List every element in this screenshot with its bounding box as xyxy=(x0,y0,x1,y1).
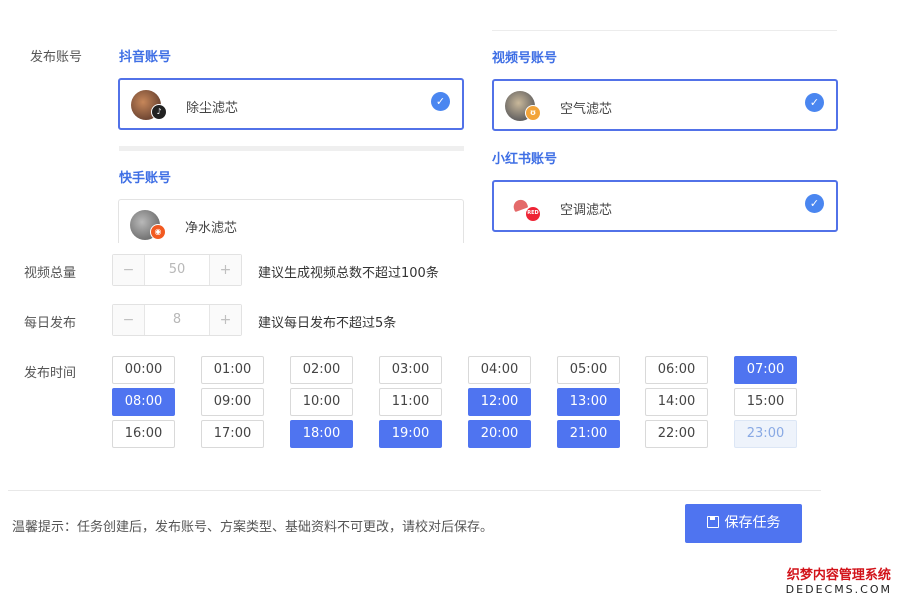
kuaishou-account-name: 净水滤芯 xyxy=(185,221,238,236)
check-icon: ✓ xyxy=(805,194,824,213)
footer-tip: 温馨提示：任务创建后，发布账号、方案类型、基础资料不可更改，请校对后保存。 xyxy=(12,520,494,535)
time-slot-0600[interactable]: 06:00 xyxy=(645,356,708,384)
publish-time-label: 发布时间 xyxy=(24,366,77,381)
watermark: 织梦内容管理系统 DEDECMS.COM xyxy=(786,564,892,596)
publish-accounts-label: 发布账号 xyxy=(30,50,83,65)
video-total-stepper[interactable]: − 50 + xyxy=(112,254,242,286)
video-total-value[interactable]: 50 xyxy=(145,255,209,285)
xiaohongshu-account-name: 空调滤芯 xyxy=(560,203,613,218)
channels-account-name: 空气滤芯 xyxy=(560,102,613,117)
xiaohongshu-title: 小红书账号 xyxy=(492,152,558,167)
time-slot-2300: 23:00 xyxy=(734,420,797,448)
time-slot-0700[interactable]: 07:00 xyxy=(734,356,797,384)
time-slot-2000[interactable]: 20:00 xyxy=(468,420,531,448)
daily-publish-plus-button[interactable]: + xyxy=(209,305,241,335)
time-slot-1200[interactable]: 12:00 xyxy=(468,388,531,416)
time-slot-0000[interactable]: 00:00 xyxy=(112,356,175,384)
time-slot-2200[interactable]: 22:00 xyxy=(645,420,708,448)
time-slot-1000[interactable]: 10:00 xyxy=(290,388,353,416)
time-slot-0800[interactable]: 08:00 xyxy=(112,388,175,416)
kuaishou-icon: ◉ xyxy=(150,224,166,240)
time-slot-0200[interactable]: 02:00 xyxy=(290,356,353,384)
time-slot-1600[interactable]: 16:00 xyxy=(112,420,175,448)
video-total-label: 视频总量 xyxy=(24,266,77,281)
daily-publish-stepper[interactable]: − 8 + xyxy=(112,304,242,336)
footer-divider xyxy=(8,490,821,491)
daily-publish-label: 每日发布 xyxy=(24,316,77,331)
time-slot-1400[interactable]: 14:00 xyxy=(645,388,708,416)
time-slot-0500[interactable]: 05:00 xyxy=(557,356,620,384)
time-slot-1700[interactable]: 17:00 xyxy=(201,420,264,448)
time-slot-1800[interactable]: 18:00 xyxy=(290,420,353,448)
video-total-hint: 建议生成视频总数不超过100条 xyxy=(258,266,439,281)
time-slot-1100[interactable]: 11:00 xyxy=(379,388,442,416)
daily-publish-minus-button[interactable]: − xyxy=(113,305,145,335)
watermark-title: 织梦内容管理系统 xyxy=(786,568,891,583)
top-divider xyxy=(492,30,837,31)
daily-publish-hint: 建议每日发布不超过5条 xyxy=(258,316,397,331)
daily-publish-value[interactable]: 8 xyxy=(145,305,209,335)
save-icon xyxy=(706,516,719,528)
watermark-domain: DEDECMS.COM xyxy=(785,583,892,596)
time-slot-1300[interactable]: 13:00 xyxy=(557,388,620,416)
tiktok-icon: ♪ xyxy=(151,104,167,120)
wechat-channels-icon: ʊ xyxy=(525,105,541,121)
douyin-account-name: 除尘滤芯 xyxy=(186,101,239,116)
save-task-button[interactable]: 保存任务 xyxy=(685,504,802,543)
section-separator xyxy=(119,146,464,151)
douyin-account-card[interactable]: ♪ 除尘滤芯 ✓ xyxy=(118,78,464,130)
channels-account-card[interactable]: ʊ 空气滤芯 ✓ xyxy=(492,79,838,131)
channels-title: 视频号账号 xyxy=(492,51,558,66)
xiaohongshu-icon: RED xyxy=(525,206,541,222)
check-icon: ✓ xyxy=(431,92,450,111)
check-icon: ✓ xyxy=(805,93,824,112)
time-slot-1900[interactable]: 19:00 xyxy=(379,420,442,448)
douyin-title: 抖音账号 xyxy=(119,50,172,65)
time-slot-0100[interactable]: 01:00 xyxy=(201,356,264,384)
time-slot-2100[interactable]: 21:00 xyxy=(557,420,620,448)
time-slot-0300[interactable]: 03:00 xyxy=(379,356,442,384)
time-slot-0900[interactable]: 09:00 xyxy=(201,388,264,416)
kuaishou-account-card[interactable]: ◉ 净水滤芯 xyxy=(118,199,464,243)
time-slot-0400[interactable]: 04:00 xyxy=(468,356,531,384)
time-slot-1500[interactable]: 15:00 xyxy=(734,388,797,416)
xiaohongshu-account-card[interactable]: RED 空调滤芯 ✓ xyxy=(492,180,838,232)
video-total-minus-button[interactable]: − xyxy=(113,255,145,285)
save-task-label: 保存任务 xyxy=(724,515,781,531)
kuaishou-title: 快手账号 xyxy=(119,171,172,186)
video-total-plus-button[interactable]: + xyxy=(209,255,241,285)
